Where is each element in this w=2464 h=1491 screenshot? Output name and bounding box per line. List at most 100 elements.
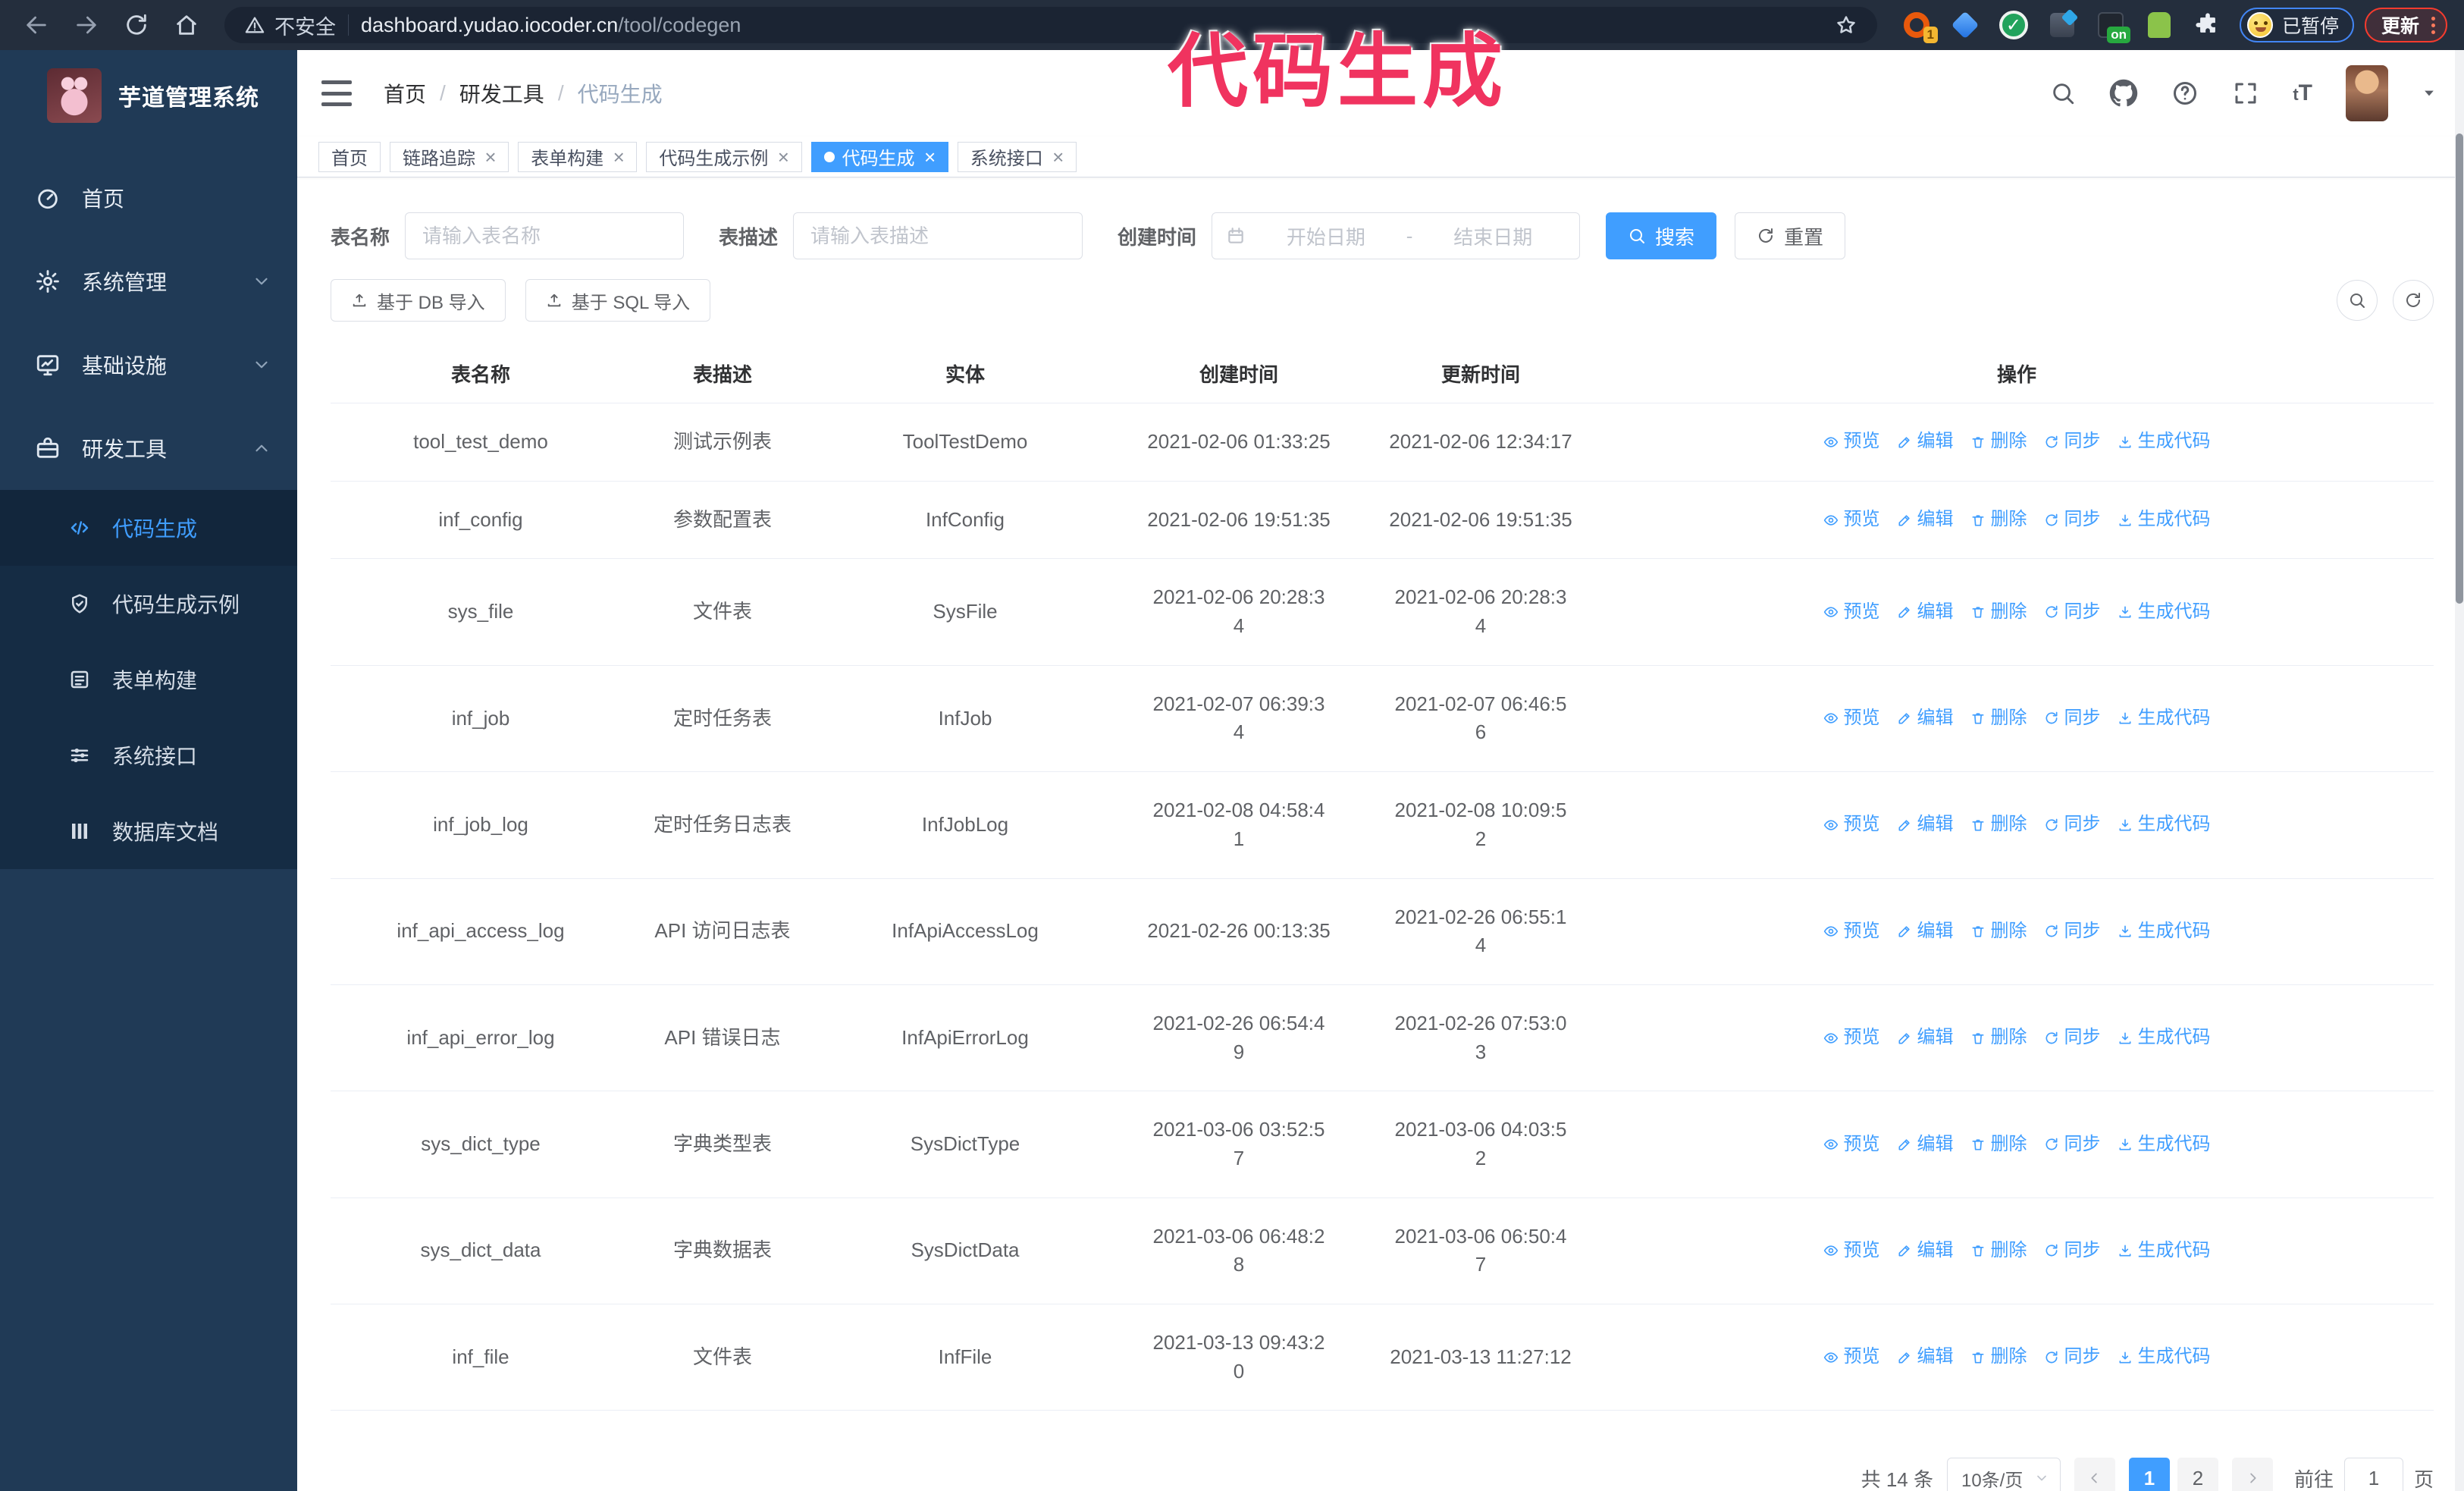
action-编辑[interactable]: 编辑 <box>1897 811 1954 838</box>
action-同步[interactable]: 同步 <box>2044 1344 2101 1370</box>
action-同步[interactable]: 同步 <box>2044 1025 2101 1051</box>
prev-page-button[interactable] <box>2074 1458 2115 1491</box>
table-row[interactable]: inf_file 文件表 InfFile 2021-03-13 09:43:2 0 20… <box>331 1304 2434 1411</box>
update-button[interactable]: 更新 <box>2364 8 2447 42</box>
sidebar-subitem-代码生成示例[interactable]: 代码生成示例 <box>0 566 297 642</box>
action-预览[interactable]: 预览 <box>1823 507 1880 533</box>
tab-close-icon[interactable]: × <box>777 147 788 167</box>
goto-page-input[interactable] <box>2343 1458 2403 1491</box>
table-desc-input[interactable] <box>793 212 1083 259</box>
action-预览[interactable]: 预览 <box>1823 1238 1880 1264</box>
reset-button[interactable]: 重置 <box>1735 212 1846 259</box>
table-row[interactable]: sys_dict_type 字典类型表 SysDictType 2021-03-06 … <box>331 1091 2434 1198</box>
next-page-button[interactable] <box>2231 1458 2273 1491</box>
action-同步[interactable]: 同步 <box>2044 507 2101 533</box>
action-同步[interactable]: 同步 <box>2044 811 2101 838</box>
tab-close-icon[interactable]: × <box>1052 147 1064 167</box>
sidebar-item-首页[interactable]: 首页 <box>0 156 297 240</box>
date-range-picker[interactable]: 开始日期 - 结束日期 <box>1212 212 1581 259</box>
puzzle-extensions-icon[interactable] <box>2193 10 2223 40</box>
paused-chip[interactable]: 已暂停 <box>2239 8 2354 42</box>
tab-代码生成示例[interactable]: 代码生成示例 × <box>646 141 802 172</box>
url-text[interactable]: dashboard.yudao.iocoder.cn/tool/codegen <box>361 14 741 37</box>
action-删除[interactable]: 删除 <box>1970 811 2027 838</box>
android-green-icon[interactable] <box>2144 10 2174 40</box>
bookmark-star-icon[interactable] <box>1835 14 1857 36</box>
action-删除[interactable]: 删除 <box>1970 1025 2027 1051</box>
action-生成代码[interactable]: 生成代码 <box>2118 599 2211 626</box>
table-row[interactable]: inf_job 定时任务表 InfJob 2021-02-07 06:39:3 4 20… <box>331 665 2434 773</box>
reload-icon[interactable] <box>117 5 156 45</box>
page-size-select[interactable]: 10条/页 <box>1946 1458 2061 1491</box>
check-green-icon[interactable]: ✓ <box>1998 10 2029 40</box>
search-icon[interactable] <box>2050 80 2076 106</box>
tab-链路追踪[interactable]: 链路追踪 × <box>390 141 509 172</box>
action-生成代码[interactable]: 生成代码 <box>2118 918 2211 945</box>
caret-down-icon[interactable] <box>2422 86 2437 101</box>
action-生成代码[interactable]: 生成代码 <box>2118 507 2211 533</box>
toggle-search-button[interactable] <box>2337 280 2378 321</box>
table-name-input[interactable] <box>405 212 685 259</box>
search-button[interactable]: 搜索 <box>1606 212 1717 259</box>
action-生成代码[interactable]: 生成代码 <box>2118 1344 2211 1370</box>
window-scrollbar[interactable] <box>2455 50 2464 1491</box>
action-删除[interactable]: 删除 <box>1970 1344 2027 1370</box>
sidebar-subitem-系统接口[interactable]: 系统接口 <box>0 717 297 793</box>
action-预览[interactable]: 预览 <box>1823 811 1880 838</box>
table-row[interactable]: inf_job_log 定时任务日志表 InfJobLog 2021-02-08 04… <box>331 771 2434 879</box>
action-生成代码[interactable]: 生成代码 <box>2118 705 2211 732</box>
action-编辑[interactable]: 编辑 <box>1897 599 1954 626</box>
action-编辑[interactable]: 编辑 <box>1897 428 1954 455</box>
action-同步[interactable]: 同步 <box>2044 599 2101 626</box>
action-编辑[interactable]: 编辑 <box>1897 1132 1954 1158</box>
action-删除[interactable]: 删除 <box>1970 599 2027 626</box>
user-avatar[interactable] <box>2346 65 2388 121</box>
action-预览[interactable]: 预览 <box>1823 1025 1880 1051</box>
action-删除[interactable]: 删除 <box>1970 1132 2027 1158</box>
action-编辑[interactable]: 编辑 <box>1897 1025 1954 1051</box>
action-同步[interactable]: 同步 <box>2044 428 2101 455</box>
url-bar[interactable]: 不安全 dashboard.yudao.iocoder.cn/tool/code… <box>224 7 1877 43</box>
tab-系统接口[interactable]: 系统接口 × <box>957 141 1077 172</box>
help-icon[interactable] <box>2171 80 2199 107</box>
action-同步[interactable]: 同步 <box>2044 1132 2101 1158</box>
import-sql-button[interactable]: 基于 SQL 导入 <box>525 279 711 322</box>
action-编辑[interactable]: 编辑 <box>1897 1238 1954 1264</box>
action-同步[interactable]: 同步 <box>2044 1238 2101 1264</box>
sidebar-subitem-代码生成[interactable]: 代码生成 <box>0 490 297 566</box>
table-row[interactable]: sys_dict_data 字典数据表 SysDictData 2021-03-06 … <box>331 1198 2434 1305</box>
kebab-menu-icon[interactable] <box>2431 16 2435 34</box>
action-编辑[interactable]: 编辑 <box>1897 507 1954 533</box>
table-row[interactable]: sys_file 文件表 SysFile 2021-02-06 20:28:3 4 20… <box>331 558 2434 666</box>
action-编辑[interactable]: 编辑 <box>1897 705 1954 732</box>
tab-表单构建[interactable]: 表单构建 × <box>518 141 638 172</box>
date-end-placeholder[interactable]: 结束日期 <box>1420 222 1566 250</box>
gem-blue-icon[interactable] <box>1950 10 1980 40</box>
import-db-button[interactable]: 基于 DB 导入 <box>331 279 506 322</box>
dark-on-icon[interactable]: on <box>2096 10 2130 43</box>
action-预览[interactable]: 预览 <box>1823 1344 1880 1370</box>
action-编辑[interactable]: 编辑 <box>1897 1344 1954 1370</box>
action-预览[interactable]: 预览 <box>1823 428 1880 455</box>
page-button-2[interactable]: 2 <box>2177 1458 2218 1491</box>
action-预览[interactable]: 预览 <box>1823 918 1880 945</box>
action-删除[interactable]: 删除 <box>1970 918 2027 945</box>
action-预览[interactable]: 预览 <box>1823 1132 1880 1158</box>
action-同步[interactable]: 同步 <box>2044 918 2101 945</box>
fullscreen-icon[interactable] <box>2232 80 2259 107</box>
sidebar-subitem-表单构建[interactable]: 表单构建 <box>0 642 297 717</box>
text-size-icon[interactable]: tT <box>2293 80 2312 106</box>
tab-close-icon[interactable]: × <box>613 147 624 167</box>
sidebar-logo-row[interactable]: 芋道管理系统 <box>0 50 297 138</box>
breadcrumb-item[interactable]: 首页 <box>384 78 426 108</box>
tab-代码生成[interactable]: 代码生成 × <box>810 141 948 172</box>
action-预览[interactable]: 预览 <box>1823 599 1880 626</box>
action-删除[interactable]: 删除 <box>1970 507 2027 533</box>
action-删除[interactable]: 删除 <box>1970 705 2027 732</box>
action-生成代码[interactable]: 生成代码 <box>2118 1238 2211 1264</box>
home-icon[interactable] <box>167 5 206 45</box>
action-删除[interactable]: 删除 <box>1970 1238 2027 1264</box>
scrollbar-thumb[interactable] <box>2456 133 2463 604</box>
tab-首页[interactable]: 首页 <box>318 141 381 172</box>
sidebar-item-研发工具[interactable]: 研发工具 <box>0 406 297 490</box>
